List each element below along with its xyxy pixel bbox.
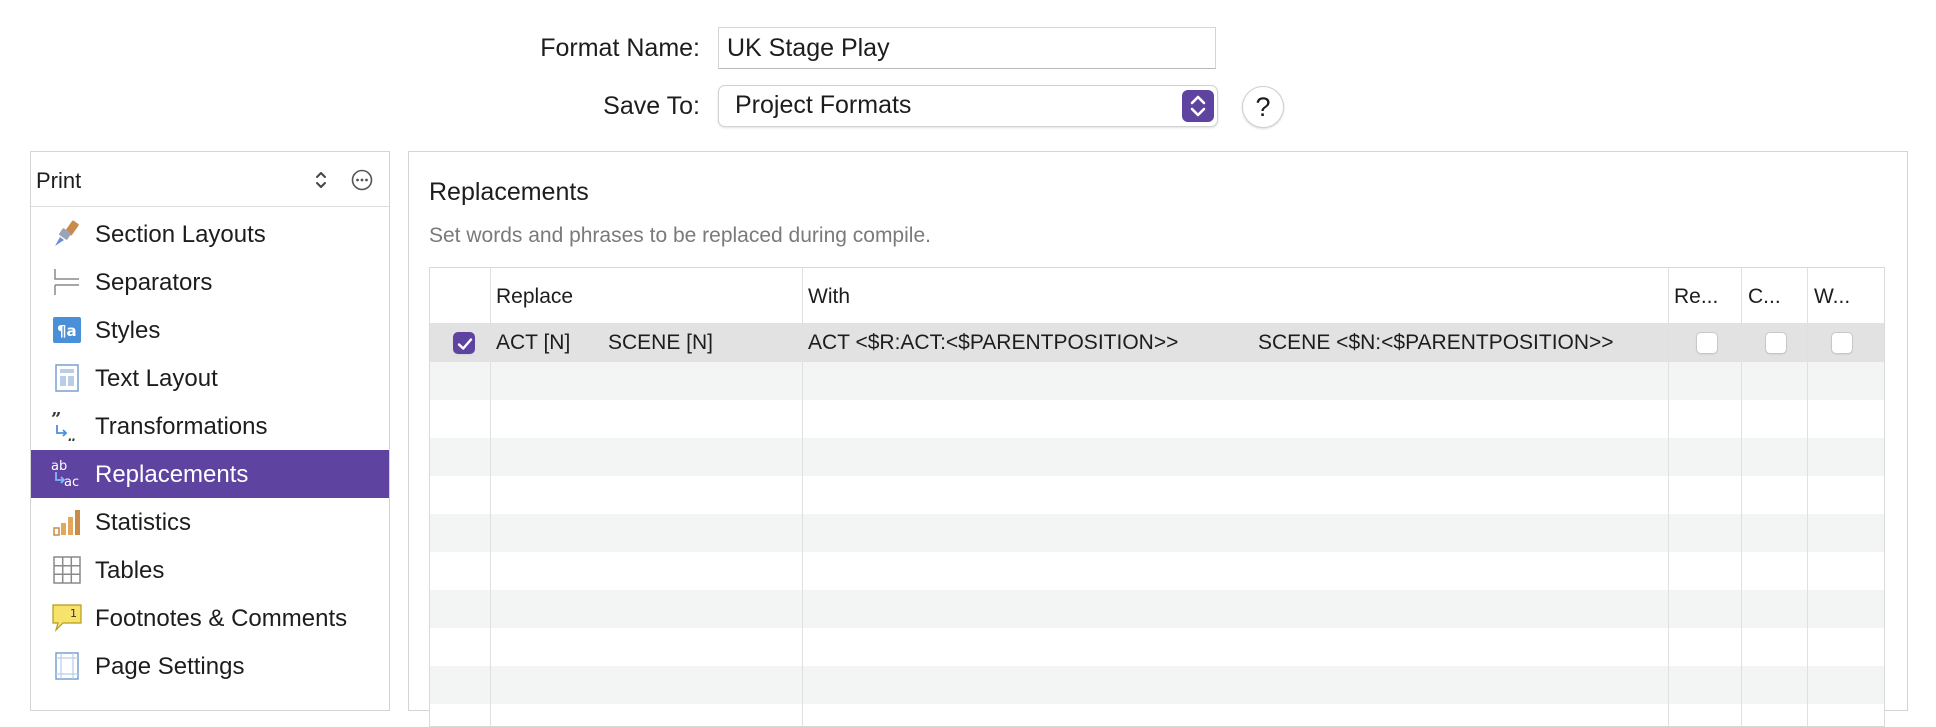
empty-row [430,590,1884,628]
brush-icon [51,219,83,249]
replace-cell[interactable]: ACT [N] [496,331,570,355]
tables-icon [51,555,83,585]
transformations-icon: ” „ [51,409,83,445]
sidebar-item-footnotes-comments[interactable]: 1 Footnotes & Comments [31,594,389,642]
column-divider [1807,268,1808,726]
sidebar-item-label: Statistics [95,509,192,536]
whole-word-checkbox[interactable] [1831,332,1853,354]
column-divider [1668,268,1669,726]
more-options-icon[interactable] [351,169,373,191]
column-divider [490,268,491,726]
sidebar-item-label: Page Settings [95,653,245,680]
separators-icon [51,267,83,297]
column-header-whole-word[interactable]: W... [1814,285,1850,309]
updown-chevron-icon [313,168,329,192]
save-to-label: Save To: [603,92,700,120]
sidebar: Print Section Layouts Separators ¶a Styl… [30,151,390,711]
sidebar-item-separators[interactable]: Separators [31,258,389,306]
sidebar-item-section-layouts[interactable]: Section Layouts [31,210,389,258]
sidebar-item-text-layout[interactable]: Text Layout [31,354,389,402]
svg-text:ac: ac [64,475,79,489]
panel-description: Set words and phrases to be replaced dur… [429,224,931,247]
regex-checkbox[interactable] [1696,332,1718,354]
svg-text:„: „ [67,426,76,441]
sidebar-item-styles[interactable]: ¶a Styles [31,306,389,354]
empty-row [430,628,1884,666]
sidebar-item-label: Styles [95,317,161,344]
format-name-label: Format Name: [540,34,700,62]
panel-title: Replacements [429,178,589,206]
save-to-select[interactable]: Project Formats [718,85,1218,127]
sidebar-item-tables[interactable]: Tables [31,546,389,594]
format-name-input[interactable] [718,27,1216,69]
statistics-icon [51,507,83,537]
sidebar-item-label: Transformations [95,413,268,440]
column-header-with[interactable]: With [808,285,850,309]
save-to-value: Project Formats [735,91,912,119]
sidebar-item-label: Tables [95,557,165,584]
svg-text:ab: ab [51,459,67,474]
table-row[interactable]: ACT [N] SCENE [N] ACT <$R:ACT:<$PARENTPO… [430,324,1884,362]
sidebar-item-replacements[interactable]: ab ac Replacements [31,450,389,498]
enable-checkbox[interactable] [453,332,475,354]
sidebar-item-label: Section Layouts [95,221,266,248]
compile-mode-selector[interactable]: Print [31,152,389,207]
sidebar-item-label: Text Layout [95,365,218,392]
with-cell-2[interactable]: SCENE <$N:<$PARENTPOSITION>> [1258,331,1614,355]
select-stepper-icon [1182,90,1214,122]
column-divider [802,268,803,726]
column-header-regex[interactable]: Re... [1674,285,1718,309]
svg-text:1: 1 [70,607,77,620]
table-header: Replace With Re... C... W... [430,268,1884,324]
empty-row [430,438,1884,476]
empty-row [430,666,1884,704]
empty-row [430,552,1884,590]
page-settings-icon [51,651,83,681]
replacements-icon: ab ac [51,459,83,490]
styles-icon: ¶a [51,315,83,345]
replacements-panel: Replacements Set words and phrases to be… [408,151,1908,727]
replacements-table: Replace With Re... C... W... ACT [N] SCE… [429,267,1885,727]
empty-row [430,476,1884,514]
empty-row [430,362,1884,400]
compile-mode-value: Print [36,168,82,193]
replace-cell-2[interactable]: SCENE [N] [608,331,713,355]
sidebar-item-label: Footnotes & Comments [95,605,348,632]
sidebar-item-transformations[interactable]: ” „ Transformations [31,402,389,450]
empty-row [430,514,1884,552]
sidebar-item-page-settings[interactable]: Page Settings [31,642,389,690]
help-button[interactable]: ? [1242,86,1284,128]
text-layout-icon [51,363,83,393]
with-cell[interactable]: ACT <$R:ACT:<$PARENTPOSITION>> [808,331,1178,355]
column-divider [1741,268,1742,726]
column-header-replace[interactable]: Replace [496,285,573,309]
sidebar-item-label: Separators [95,269,213,296]
sidebar-item-label: Replacements [95,461,249,488]
sidebar-item-statistics[interactable]: Statistics [31,498,389,546]
footnotes-icon: 1 [51,603,83,633]
case-checkbox[interactable] [1765,332,1787,354]
empty-row [430,400,1884,438]
svg-text:¶a: ¶a [57,322,77,340]
column-header-case[interactable]: C... [1748,285,1781,309]
